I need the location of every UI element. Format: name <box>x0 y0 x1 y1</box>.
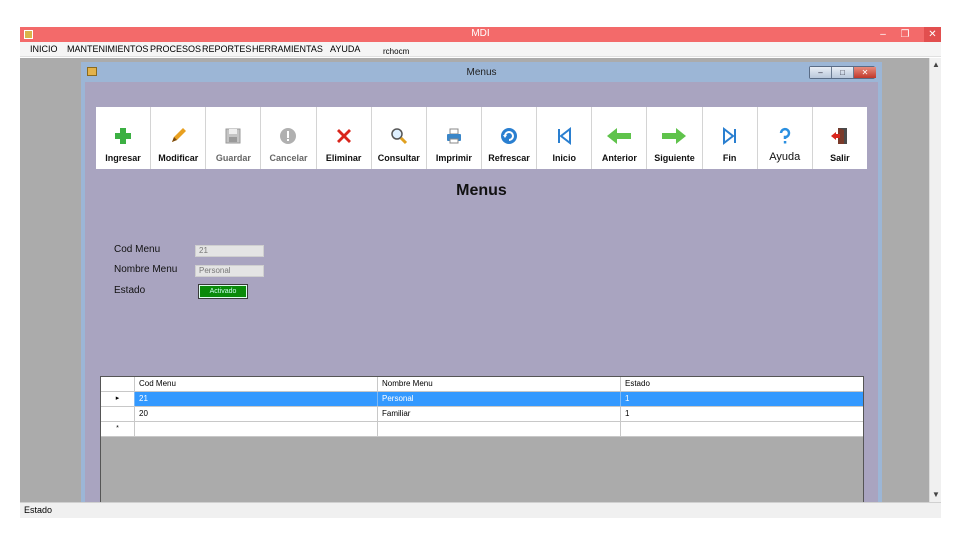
column-header-cod-menu[interactable]: Cod Menu <box>135 377 378 391</box>
guardar-label: Guardar <box>215 153 251 163</box>
ayuda-button[interactable]: Ayuda <box>758 107 813 169</box>
menu-bar: INICIO MANTENIMIENTOS PROCESOS REPORTES … <box>20 42 941 57</box>
arrow-right-icon <box>647 125 701 147</box>
vertical-scrollbar[interactable]: ▲ ▼ <box>929 58 941 502</box>
fin-button[interactable]: Fin <box>703 107 758 169</box>
anterior-button[interactable]: Anterior <box>592 107 648 169</box>
grid-header: Cod Menu Nombre Menu Estado <box>101 377 863 392</box>
new-row-icon[interactable]: * <box>101 422 135 436</box>
arrow-left-icon <box>592 125 646 147</box>
screen: MDI – ❐ ✕ INICIO MANTENIMIENTOS PROCESOS… <box>0 0 958 559</box>
window-controls: – □ ✕ <box>809 66 876 79</box>
column-header-estado[interactable]: Estado <box>621 377 863 391</box>
child-close-button[interactable]: ✕ <box>854 67 876 78</box>
inicio-label: Inicio <box>552 153 576 163</box>
menu-reportes[interactable]: REPORTES <box>202 44 251 54</box>
cancelar-label: Cancelar <box>269 153 308 163</box>
siguiente-label: Siguiente <box>654 153 695 163</box>
cell-estado[interactable]: 1 <box>621 407 863 421</box>
cell-nombre-menu[interactable] <box>378 422 621 436</box>
menus-form: Ingresar Modificar Guardar Cancelar Elim… <box>85 82 878 502</box>
menu-herramientas[interactable]: HERRAMIENTAS <box>252 44 323 54</box>
row-header-corner <box>101 377 135 391</box>
fin-label: Fin <box>722 153 737 163</box>
column-header-nombre-menu[interactable]: Nombre Menu <box>378 377 621 391</box>
salir-label: Salir <box>830 153 850 163</box>
child-maximize-button[interactable]: □ <box>832 67 854 78</box>
cod-menu-label: Cod Menu <box>114 244 161 255</box>
printer-icon <box>427 125 481 147</box>
toolbar: Ingresar Modificar Guardar Cancelar Elim… <box>96 107 867 169</box>
anterior-label: Anterior <box>601 153 637 163</box>
eliminar-button[interactable]: Eliminar <box>317 107 372 169</box>
exit-icon <box>813 125 867 147</box>
nombre-menu-label: Nombre Menu <box>114 264 178 275</box>
restore-button[interactable]: ❐ <box>894 27 916 42</box>
table-row-new[interactable]: * <box>101 422 863 437</box>
menu-procesos[interactable]: PROCESOS <box>150 44 201 54</box>
consultar-button[interactable]: Consultar <box>372 107 427 169</box>
menu-ayuda[interactable]: AYUDA <box>330 44 360 54</box>
estado-label: Estado <box>114 285 146 296</box>
ayuda-label: Ayuda <box>769 151 801 163</box>
cell-nombre-menu[interactable]: Personal <box>378 392 621 406</box>
cell-cod-menu[interactable] <box>135 422 378 436</box>
imprimir-label: Imprimir <box>435 153 472 163</box>
mdi-title-bar[interactable]: MDI – ❐ ✕ <box>20 27 941 42</box>
eliminar-label: Eliminar <box>325 153 362 163</box>
menu-mantenimientos[interactable]: MANTENIMIENTOS <box>67 44 148 54</box>
cell-cod-menu[interactable]: 20 <box>135 407 378 421</box>
cancel-icon <box>261 125 315 147</box>
scroll-down-icon[interactable]: ▼ <box>930 490 942 499</box>
cancelar-button[interactable]: Cancelar <box>261 107 317 169</box>
help-icon <box>758 125 812 147</box>
cell-estado[interactable]: 1 <box>621 392 863 406</box>
consultar-label: Consultar <box>377 153 420 163</box>
salir-button[interactable]: Salir <box>813 107 867 169</box>
last-icon <box>703 125 757 147</box>
add-icon <box>96 125 150 147</box>
modificar-button[interactable]: Modificar <box>151 107 207 169</box>
cell-nombre-menu[interactable]: Familiar <box>378 407 621 421</box>
refrescar-button[interactable]: Refrescar <box>482 107 538 169</box>
modificar-label: Modificar <box>158 153 199 163</box>
first-icon <box>537 125 591 147</box>
refresh-icon <box>482 125 536 147</box>
cod-menu-field[interactable]: 21 <box>195 245 264 257</box>
nombre-menu-field[interactable]: Personal <box>195 265 264 277</box>
row-selector-icon[interactable]: ▸ <box>101 392 135 406</box>
scroll-up-icon[interactable]: ▲ <box>930 60 942 69</box>
estado-toggle-button[interactable]: Activado <box>198 284 248 299</box>
siguiente-button[interactable]: Siguiente <box>647 107 703 169</box>
imprimir-button[interactable]: Imprimir <box>427 107 482 169</box>
cell-cod-menu[interactable]: 21 <box>135 392 378 406</box>
menus-window-title: Menus <box>466 67 497 78</box>
menus-window-title-bar[interactable]: Menus – □ ✕ <box>81 62 882 82</box>
status-text: Estado <box>24 505 53 515</box>
delete-icon <box>317 125 371 147</box>
save-icon <box>206 125 260 147</box>
menu-inicio[interactable]: INICIO <box>30 44 58 54</box>
close-button[interactable]: ✕ <box>924 27 941 42</box>
ingresar-label: Ingresar <box>105 153 141 163</box>
inicio-button[interactable]: Inicio <box>537 107 593 169</box>
table-row[interactable]: 20 Familiar 1 <box>101 407 863 422</box>
form-title: Menus <box>456 182 507 199</box>
menus-data-grid[interactable]: Cod Menu Nombre Menu Estado ▸ 21 Persona… <box>100 376 864 502</box>
pencil-icon <box>151 125 205 147</box>
search-icon <box>372 125 426 147</box>
table-row[interactable]: ▸ 21 Personal 1 <box>101 392 863 407</box>
cell-estado[interactable] <box>621 422 863 436</box>
user-label: rchocm <box>383 47 410 56</box>
child-minimize-button[interactable]: – <box>810 67 832 78</box>
minimize-button[interactable]: – <box>872 27 894 42</box>
guardar-button[interactable]: Guardar <box>206 107 262 169</box>
menus-window: Menus – □ ✕ Ingresar Modificar Guardar C… <box>81 62 882 502</box>
ingresar-button[interactable]: Ingresar <box>96 107 152 169</box>
refrescar-label: Refrescar <box>488 153 530 163</box>
status-bar: Estado <box>20 502 941 518</box>
mdi-title: MDI <box>471 28 490 39</box>
row-selector[interactable] <box>101 407 135 421</box>
